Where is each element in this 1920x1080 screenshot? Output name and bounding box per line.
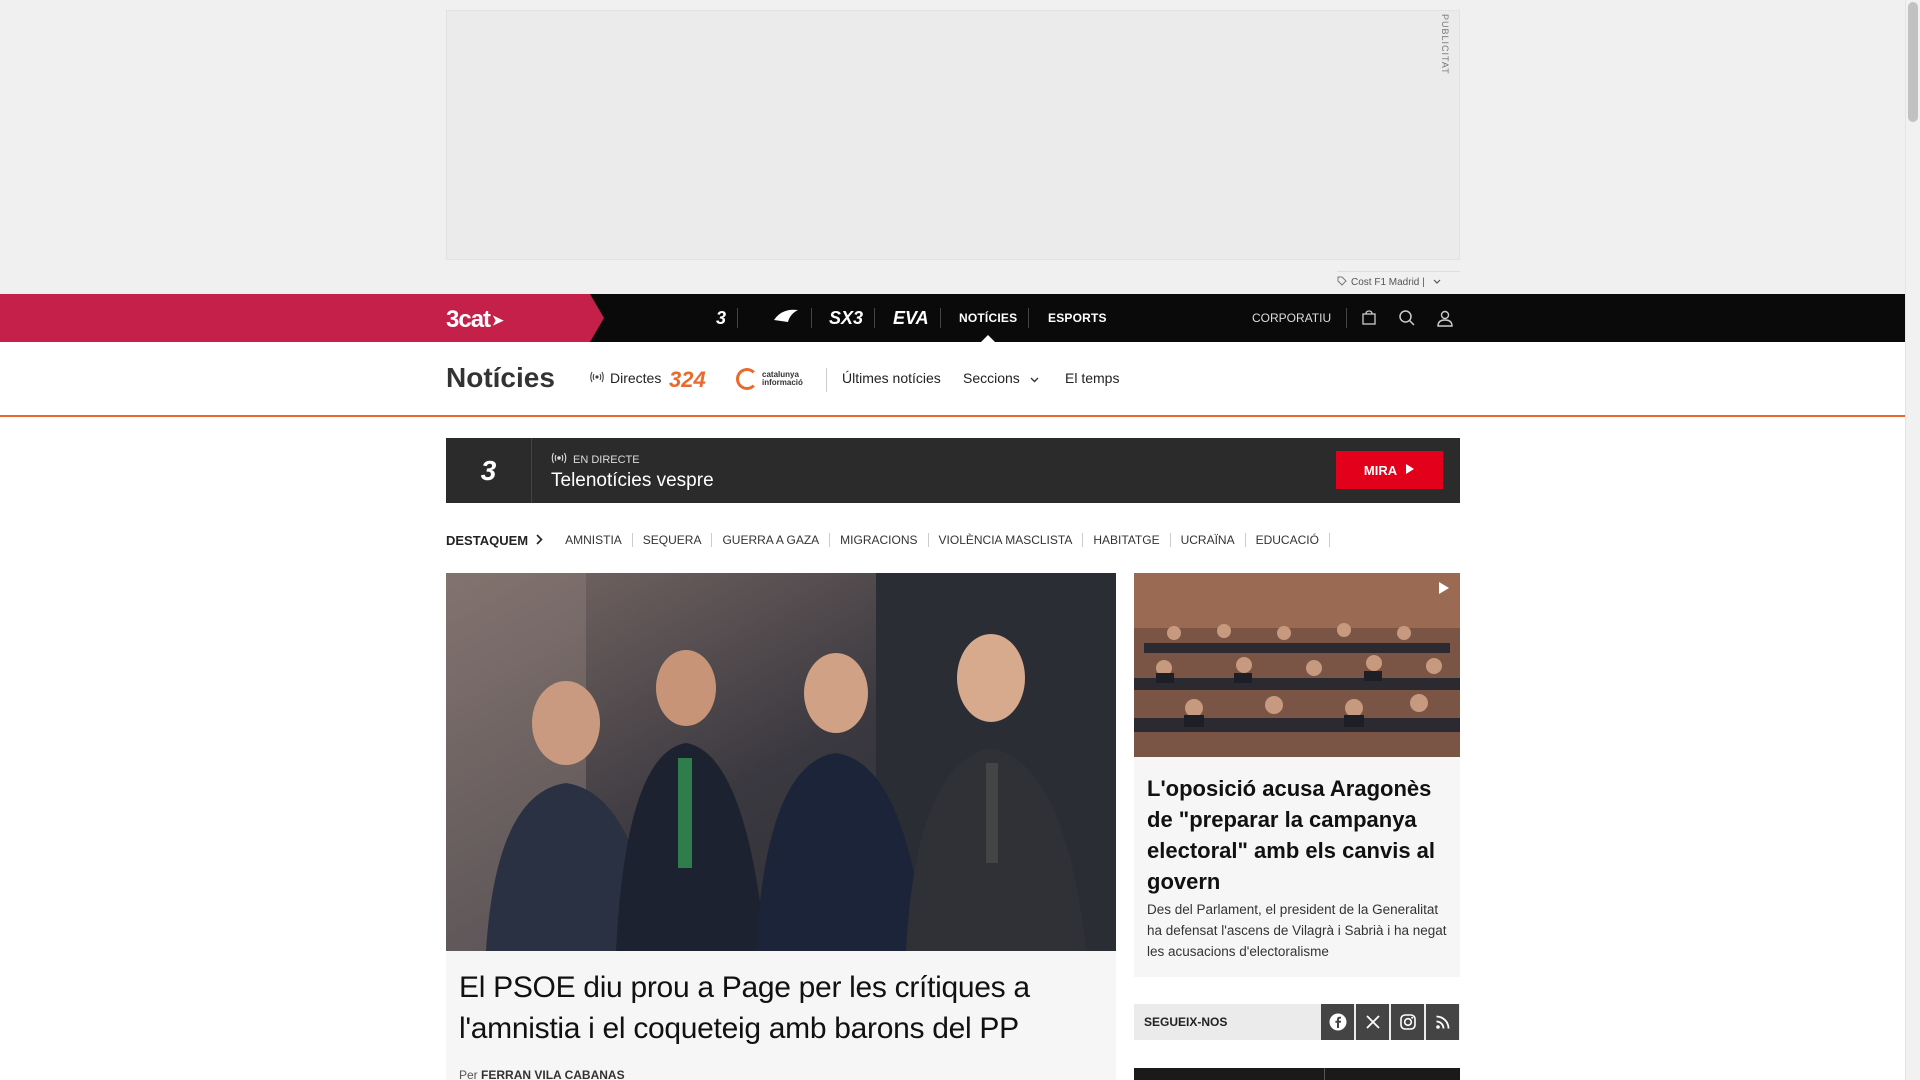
tag-sequera[interactable]: SEQUERA [633,533,713,547]
featured-tags: DESTAQUEM AMNISTIA SEQUERA GUERRA A GAZA… [446,530,1330,550]
divider [1324,1068,1325,1080]
broadcast-icon [590,370,604,386]
side-story-description: Des del Parlament, el president de la Ge… [1147,902,1447,959]
ci-circle-icon [736,368,758,390]
ad-caption[interactable]: Cost F1 Madrid | [1337,271,1460,289]
main-story-photo [446,573,1116,951]
facebook-icon[interactable] [1320,1004,1354,1040]
ad-caption-text: Cost F1 Madrid | [1351,277,1425,288]
nav-el-temps-label: El temps [1065,370,1120,386]
follow-us-bar: SEGUEIX-NOS [1134,1004,1460,1040]
live-bar[interactable]: 3 EN DIRECTE Telenotícies vespre MIRA [446,438,1460,503]
tag-ucraina[interactable]: UCRAÏNA [1171,533,1246,547]
nav-ultimes-noticies[interactable]: Últimes notícies [842,370,941,386]
channel-sx3-logo[interactable]: SX3 [829,294,876,342]
channel-eva-logo[interactable]: EVA [893,294,941,342]
side-story-title[interactable]: L'oposició acusa Aragonès de "preparar l… [1147,773,1447,897]
brand-arrow-icon: ➤ [492,311,504,328]
broadcast-icon [551,452,567,467]
scrollbar-thumb[interactable] [1908,2,1918,122]
ad-band: PUBLICITAT Cost F1 Madrid | [0,0,1905,294]
chevron-down-icon [1433,277,1441,288]
nav-seccions-label: Seccions [963,370,1020,386]
x-icon[interactable] [1355,1004,1389,1040]
featured-tags-heading[interactable]: DESTAQUEM [446,533,543,548]
catradio-icon [774,309,798,322]
nav-directes-label: Directes [610,370,662,386]
featured-tags-heading-label: DESTAQUEM [446,532,529,548]
logo-324-text: 324 [669,367,706,392]
nav-corporatiu[interactable]: CORPORATIU [1252,294,1331,342]
search-icon[interactable] [1395,306,1419,330]
live-channel-text: 3 [480,454,497,486]
nav-seccions[interactable]: Seccions [963,370,1039,386]
brand-red-band [0,294,604,342]
logo-ci-text: catalunya informació [762,370,803,387]
brand-logo-text: 3cat [446,306,491,333]
user-icon[interactable] [1433,306,1457,330]
bottom-widget-strip [1134,1068,1460,1080]
section-title[interactable]: Notícies [446,362,555,394]
logo-324[interactable]: 324 [669,367,706,393]
top-brand-bar: 3cat ➤ 3 SX3 EVA NOTÍCIES ESPORTS CORPOR… [0,294,1905,342]
logo-catalunya-informacio[interactable]: catalunya informació [736,368,808,390]
side-story-photo [1134,573,1460,757]
tag-habitatge[interactable]: HABITATGE [1083,533,1171,547]
watch-live-label: MIRA [1363,462,1398,478]
channel-sx3-text: SX3 [829,307,864,328]
ad-slot[interactable] [446,10,1460,260]
live-label-text: EN DIRECTE [573,453,640,466]
nav-el-temps[interactable]: El temps [1065,370,1119,386]
follow-us-label: SEGUEIX-NOS [1144,1015,1228,1029]
video-play-icon [1432,577,1456,599]
channel-3-text: 3 [716,307,727,328]
main-story-byline: Per FERRAN VILA CABANAS [459,1068,625,1080]
play-icon [1405,463,1415,478]
main-story-title[interactable]: El PSOE diu prou a Page per les crítique… [459,967,1079,1049]
nav-esports-label: ESPORTS [1048,311,1107,325]
page-scrollbar[interactable] [1905,0,1920,1080]
tag-educacio[interactable]: EDUCACIÓ [1246,533,1330,547]
brand-logo[interactable]: 3cat ➤ [446,306,504,334]
divider [1346,308,1347,328]
divider [826,368,827,392]
live-label: EN DIRECTE [551,452,640,467]
channel-eva-text: EVA [893,307,929,328]
byline-prefix: Per [459,1068,478,1080]
shopping-bag-icon[interactable] [1357,306,1381,330]
watch-live-button[interactable]: MIRA [1336,451,1443,489]
side-story-text[interactable]: L'oposició acusa Aragonès de "preparar l… [1134,757,1460,977]
live-program-title: Telenotícies vespre [551,470,714,491]
tag-migracions[interactable]: MIGRACIONS [830,533,929,547]
chevron-right-icon [536,533,543,548]
nav-noticies[interactable]: NOTÍCIES [959,294,1030,342]
main-story-image[interactable] [446,573,1116,951]
live-channel-logo: 3 [446,438,532,503]
tag-violencia-masclista[interactable]: VIOLÈNCIA MASCLISTA [929,533,1084,547]
instagram-icon[interactable] [1390,1004,1424,1040]
tag-guerra-a-gaza[interactable]: GUERRA A GAZA [712,533,831,547]
tag-amnistia[interactable]: AMNISTIA [555,533,633,547]
channel-catradio-logo[interactable] [772,294,812,342]
chevron-down-icon [1030,370,1039,386]
main-story-text[interactable]: El PSOE diu prou a Page per les crítique… [446,951,1116,1080]
nav-directes[interactable]: Directes [590,370,661,386]
tag-icon [1337,276,1347,289]
byline-author[interactable]: FERRAN VILA CABANAS [481,1068,625,1080]
channel-3-logo[interactable]: 3 [716,294,739,342]
section-nav: Notícies Directes 324 catalunya informac… [0,342,1905,417]
ad-label: PUBLICITAT [1440,14,1450,75]
side-story-image[interactable] [1134,573,1460,757]
nav-noticies-label: NOTÍCIES [959,311,1018,325]
nav-ultimes-noticies-label: Últimes notícies [842,370,941,386]
rss-icon[interactable] [1425,1004,1459,1040]
nav-esports[interactable]: ESPORTS [1048,294,1107,342]
